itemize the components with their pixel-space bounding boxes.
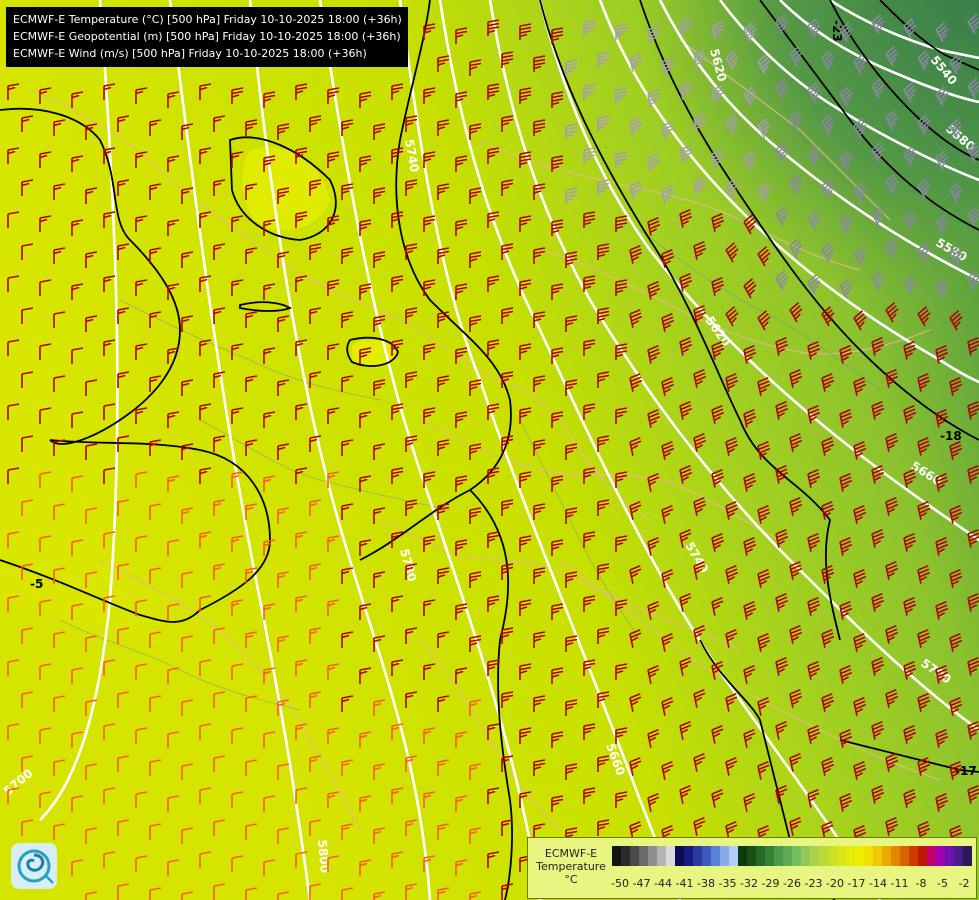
legend-swatch [918,846,927,866]
legend-swatch [612,846,621,866]
legend-swatch [702,846,711,866]
legend-swatch [621,846,630,866]
legend-tick-label: -26 [783,877,801,890]
legend-swatch [783,846,792,866]
temperature-label: -23 [830,20,844,42]
legend-swatch [630,846,639,866]
legend-tick-label: -11 [890,877,909,890]
ecmwf-swirl-logo-icon [11,843,57,889]
legend-swatch [774,846,783,866]
legend-swatch [936,846,945,866]
legend-swatch [810,846,819,866]
legend-swatch [747,846,756,866]
legend-swatch [873,846,882,866]
legend-swatch [828,846,837,866]
legend-tick-label: -5 [937,877,948,890]
legend-title-line1: ECMWF-E [544,847,598,860]
legend-tick-label: -35 [718,877,737,890]
legend-swatch [891,846,900,866]
legend-swatch [648,846,657,866]
legend-tick-label: -17 [847,877,866,890]
legend-tick-label: -38 [697,877,715,890]
legend-tick-label: -29 [761,877,780,890]
legend-tick-label: -14 [869,877,887,890]
legend-swatch [756,846,765,866]
title-geopotential: ECMWF-E Geopotential (m) [500 hPa] Frida… [13,30,401,43]
legend-swatch [675,846,684,866]
legend-swatch [729,846,738,866]
legend-swatch [720,846,729,866]
legend-unit: °C [564,873,578,886]
legend-tick-label: -2 [958,877,970,890]
weather-map: 5540 5580 5620 5660 5700 5740 5780 5800 … [0,0,979,900]
legend-title-line2: Temperature [536,860,606,873]
legend-tick-label: -50 [611,877,629,890]
legend-color-bar [612,846,972,866]
legend-tick-label: -23 [804,877,823,890]
map-canvas: 5540 5580 5620 5660 5700 5740 5780 5800 … [0,0,979,900]
title-temperature: ECMWF-E Temperature (°C) [500 hPa] Frida… [13,13,402,26]
legend-swatch [765,846,774,866]
legend-swatch [909,846,918,866]
legend-tick-label: -32 [740,877,758,890]
legend-tick-label: -41 [675,877,694,890]
geopotential-label: 5800 [315,839,332,873]
legend-swatch [801,846,810,866]
legend-swatch [927,846,936,866]
legend-swatch [639,846,648,866]
legend-swatch [684,846,693,866]
legend-swatch [963,846,972,866]
title-box: ECMWF-E Temperature (°C) [500 hPa] Frida… [6,7,408,67]
legend-swatch [945,846,954,866]
legend-swatch [666,846,675,866]
legend-tick-label: -8 [915,877,927,890]
legend-tick-label: -20 [826,877,844,890]
legend-swatch [855,846,864,866]
legend-tick-label: -47 [632,877,651,890]
legend-swatch [864,846,873,866]
legend-swatch [711,846,720,866]
legend-title: ECMWF-E Temperature °C [533,847,609,886]
temperature-label: -5 [30,577,43,591]
legend-swatch [954,846,963,866]
legend-ticks: -50 -47 -44 -41 -38 -35 -32 -29 -26 -23 -20 -17 -14-… [611,877,972,891]
legend-swatch [882,846,891,866]
legend-swatch [837,846,846,866]
legend-swatch [819,846,828,866]
temperature-legend: ECMWF-E Temperature °C -50 -47 -44 -41 -38 -3… [527,837,977,899]
legend-swatch [900,846,909,866]
legend-tick-label: -44 [654,877,672,890]
title-wind: ECMWF-E Wind (m/s) [500 hPa] Friday 10-1… [13,47,367,60]
legend-swatch [846,846,855,866]
temperature-label: -18 [940,429,962,443]
legend-swatch [657,846,666,866]
legend-swatch [693,846,702,866]
legend-swatch [738,846,747,866]
legend-swatch [792,846,801,866]
